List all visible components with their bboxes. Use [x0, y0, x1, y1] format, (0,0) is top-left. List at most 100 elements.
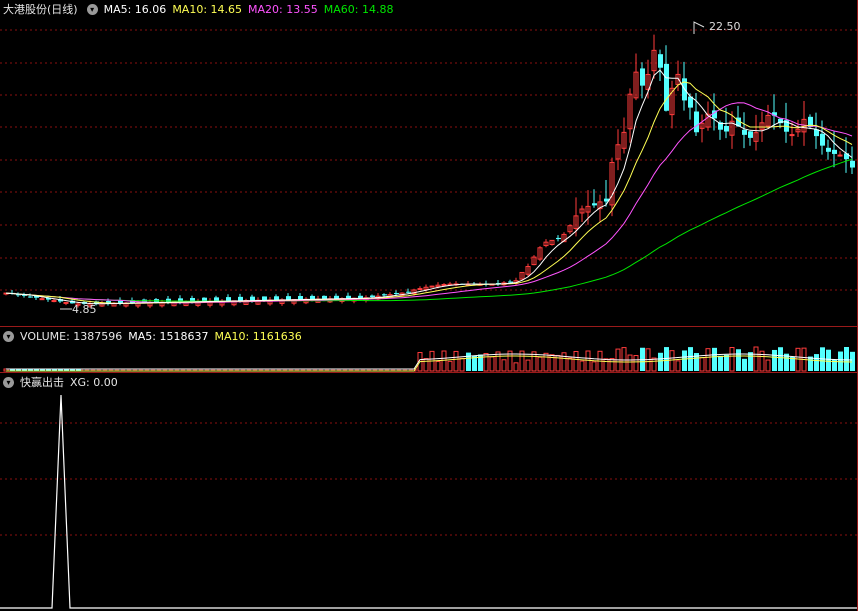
- volume-bar-down: [466, 352, 471, 371]
- candle-body-up: [417, 288, 423, 291]
- ma20-line: [5, 102, 853, 304]
- volume-bar-up: [621, 347, 627, 372]
- candle-body-down: [226, 297, 231, 301]
- volume-bar-up: [537, 356, 543, 372]
- candle-body-down: [166, 298, 171, 303]
- volume-bar-down: [844, 347, 849, 371]
- candle-body-down: [640, 68, 645, 86]
- ma60-line: [5, 158, 853, 302]
- volume-bar-up: [669, 350, 675, 372]
- candle-body-up: [39, 298, 45, 301]
- candle-body-down: [664, 63, 669, 111]
- candle-body-down: [310, 295, 315, 300]
- xg-signal-line: [0, 394, 858, 609]
- candle-body-down: [742, 129, 747, 135]
- volume-bar-down: [850, 351, 855, 371]
- candle-body-down: [274, 296, 279, 300]
- candle-body-down: [322, 295, 327, 299]
- volume-pane[interactable]: ▾ VOLUME: 1387596 MA5: 1518637 MA10: 116…: [0, 327, 858, 372]
- candle-body-down: [850, 160, 855, 168]
- candle-body-down: [358, 295, 363, 299]
- volume-bar-up: [633, 355, 639, 372]
- candle-body-down: [262, 296, 267, 301]
- volume-label: VOLUME: 1387596: [20, 329, 123, 343]
- settings-circle-icon[interactable]: ▾: [86, 3, 98, 15]
- volume-bar-down: [736, 349, 741, 371]
- settings-circle-icon[interactable]: ▾: [3, 376, 14, 388]
- ma5-line: [5, 69, 853, 305]
- volume-bar-up: [591, 361, 597, 372]
- xg-label: XG: 0.00: [70, 375, 118, 389]
- ma10-line: [5, 81, 853, 305]
- volume-ma10-label: MA10: 1161636: [214, 329, 302, 343]
- ma5-label: MA5: 16.06: [103, 2, 167, 16]
- volume-bar-down: [772, 349, 777, 371]
- candle-body-down: [214, 297, 219, 302]
- candle-body-down: [406, 291, 411, 293]
- candle-body-down: [250, 296, 255, 301]
- candle-body-down: [346, 295, 351, 299]
- volume-header: ▾ VOLUME: 1387596 MA5: 1518637 MA10: 116…: [0, 327, 858, 345]
- stock-title: 大港股份(日线): [3, 3, 78, 16]
- high-price-label: 22.50: [709, 20, 741, 33]
- volume-bar-up: [585, 350, 591, 372]
- candle-body-down: [832, 149, 837, 154]
- volume-bar-up: [441, 350, 447, 372]
- volume-bar-up: [435, 361, 441, 372]
- volume-bar-down: [814, 354, 819, 371]
- volume-bar-down: [808, 356, 813, 371]
- price-pane[interactable]: 大港股份(日线) ▾ MA5: 16.06 MA10: 14.65 MA20: …: [0, 0, 858, 326]
- candle-body-up: [51, 300, 57, 303]
- volume-bar-up: [795, 347, 801, 372]
- candle-body-down: [394, 292, 399, 294]
- indicator-pane[interactable]: ▾ 快赢出击 XG: 0.00: [0, 373, 858, 611]
- candle-body-up: [789, 134, 795, 137]
- indicator-title: 快赢出击: [20, 376, 64, 389]
- indicator-chart[interactable]: [0, 373, 858, 611]
- ma60-label: MA60: 14.88: [323, 2, 394, 16]
- candle-body-down: [28, 296, 33, 298]
- candle-body-down: [382, 294, 387, 296]
- candle-body-down: [748, 131, 753, 138]
- volume-ma5-label: MA5: 1518637: [128, 329, 209, 343]
- candle-body-down: [334, 295, 339, 299]
- volume-bar-up: [753, 346, 759, 372]
- volume-bar-down: [778, 347, 783, 371]
- candle-body-down: [508, 281, 513, 283]
- volume-bar-up: [705, 348, 711, 372]
- candle-body-down: [298, 296, 303, 300]
- candle-body-down: [238, 296, 243, 301]
- volume-bar-up: [627, 354, 633, 372]
- candle-body-down: [658, 54, 663, 68]
- volume-bar-up: [579, 360, 585, 372]
- ma20-label: MA20: 13.55: [248, 2, 318, 16]
- volume-bar-up: [501, 359, 507, 372]
- volume-bar-up: [525, 359, 531, 372]
- volume-bar-down: [724, 354, 729, 371]
- volume-bar-down: [826, 349, 831, 371]
- price-header: 大港股份(日线) ▾ MA5: 16.06 MA10: 14.65 MA20: …: [0, 0, 858, 18]
- settings-circle-icon[interactable]: ▾: [3, 330, 14, 342]
- candle-body-down: [370, 295, 375, 297]
- volume-bar-down: [682, 350, 687, 371]
- volume-bar-up: [453, 350, 459, 372]
- candle-body-down: [724, 125, 729, 132]
- candle-body-up: [837, 154, 843, 157]
- price-chart[interactable]: [0, 0, 858, 326]
- volume-bar-up: [675, 360, 681, 372]
- volume-bar-up: [513, 362, 519, 372]
- volume-bar-up: [543, 352, 549, 372]
- candle-body-up: [429, 285, 435, 288]
- volume-bar-down: [718, 355, 723, 371]
- high-marker: [693, 21, 705, 34]
- volume-bar-down: [748, 352, 753, 371]
- volume-bar-up: [483, 353, 489, 372]
- candle-body-down: [286, 296, 291, 300]
- volume-bar-down: [712, 347, 717, 371]
- candle-body-down: [694, 111, 699, 133]
- volume-bar-up: [699, 357, 705, 372]
- volume-bar-up: [609, 358, 615, 372]
- volume-bar-up: [447, 360, 453, 372]
- low-price-label: 4.85: [72, 303, 97, 316]
- candle-body-down: [820, 133, 825, 146]
